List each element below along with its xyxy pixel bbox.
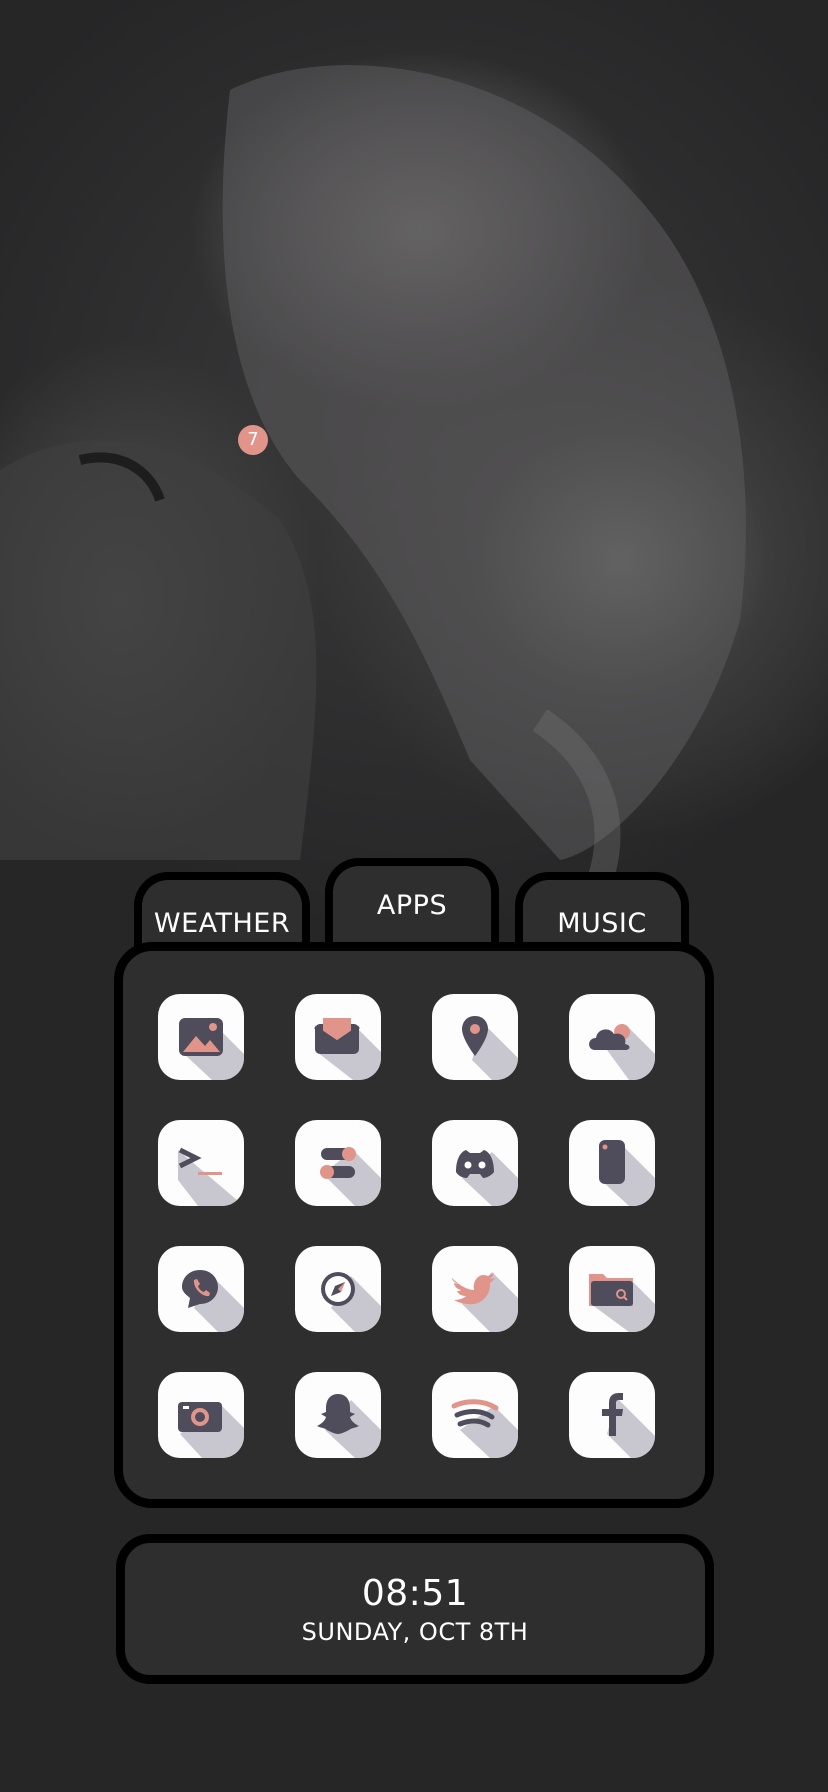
app-grid bbox=[158, 994, 655, 1458]
app-snapchat[interactable] bbox=[295, 1372, 381, 1458]
app-camera[interactable] bbox=[158, 1372, 244, 1458]
cloud-icon bbox=[589, 1024, 655, 1080]
app-whatsapp[interactable] bbox=[158, 1246, 244, 1332]
device-icon bbox=[599, 1140, 655, 1206]
app-spotify[interactable] bbox=[432, 1372, 518, 1458]
terminal-icon bbox=[178, 1147, 244, 1206]
apps-panel bbox=[114, 942, 714, 1508]
compass-icon bbox=[321, 1272, 381, 1332]
app-safari[interactable] bbox=[295, 1246, 381, 1332]
app-mail[interactable] bbox=[295, 994, 381, 1080]
camera-notification-badge: 7 bbox=[238, 425, 268, 455]
app-discord[interactable] bbox=[432, 1120, 518, 1206]
call-bubble-icon bbox=[182, 1270, 244, 1332]
camera-icon bbox=[178, 1402, 244, 1458]
app-photos[interactable] bbox=[158, 994, 244, 1080]
mail-icon bbox=[314, 1018, 381, 1080]
clock-widget[interactable]: 08:51 SUNDAY, OCT 8TH bbox=[116, 1534, 714, 1684]
folder-search-icon bbox=[589, 1274, 655, 1332]
app-settings[interactable] bbox=[295, 1120, 381, 1206]
toggle-icon bbox=[320, 1147, 381, 1206]
spotify-icon bbox=[451, 1399, 518, 1458]
app-facebook[interactable] bbox=[569, 1372, 655, 1458]
tab-weather-label: WEATHER bbox=[153, 908, 291, 939]
app-terminal[interactable] bbox=[158, 1120, 244, 1206]
discord-icon bbox=[456, 1150, 518, 1206]
facebook-icon bbox=[602, 1393, 655, 1458]
app-weather[interactable] bbox=[569, 994, 655, 1080]
tab-apps-label: APPS bbox=[376, 890, 448, 921]
app-twitter[interactable] bbox=[432, 1246, 518, 1332]
map-pin-icon bbox=[462, 1016, 518, 1080]
photos-icon bbox=[179, 1018, 244, 1080]
tab-weather[interactable]: WEATHER bbox=[134, 872, 310, 952]
tab-apps[interactable]: APPS bbox=[325, 858, 499, 952]
twitter-icon bbox=[452, 1272, 518, 1332]
ghost-icon bbox=[317, 1394, 381, 1458]
clock-time: 08:51 bbox=[361, 1573, 469, 1614]
tab-music-label: MUSIC bbox=[557, 908, 647, 939]
tab-music[interactable]: MUSIC bbox=[515, 872, 689, 952]
app-phone[interactable] bbox=[569, 1120, 655, 1206]
app-maps[interactable] bbox=[432, 994, 518, 1080]
app-files[interactable] bbox=[569, 1246, 655, 1332]
clock-date: SUNDAY, OCT 8TH bbox=[301, 1618, 529, 1646]
